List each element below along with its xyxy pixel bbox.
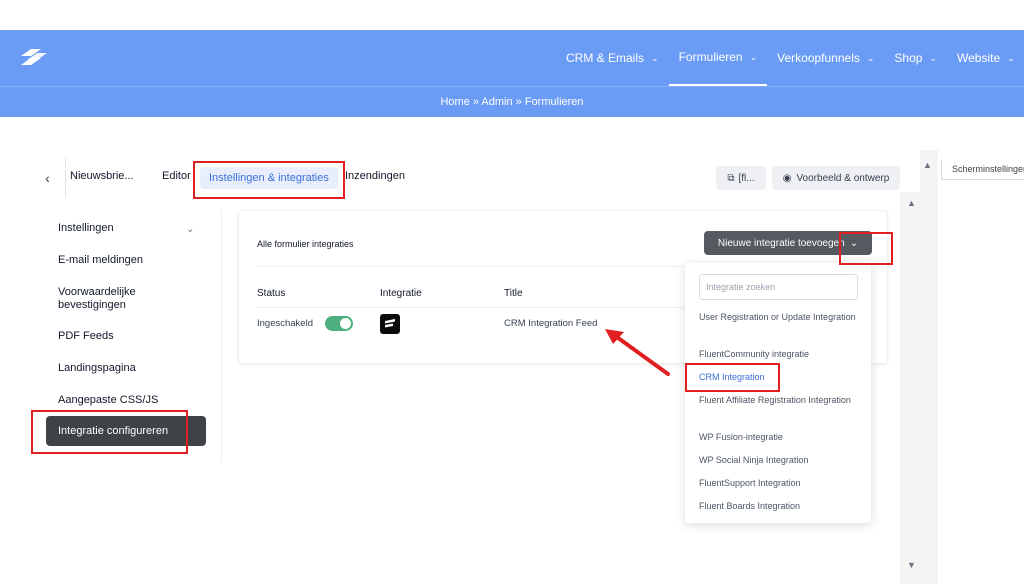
menu-item-website[interactable]: Website ⌄: [947, 30, 1024, 86]
dropdown-item-fluentcommunity[interactable]: FluentCommunity integratie: [699, 348, 859, 361]
top-navigation-bar: CRM & Emails ⌄ Formulieren ⌄ Verkoopfunnel…: [0, 30, 1024, 86]
row-status-text: Ingeschakeld: [257, 318, 313, 329]
sidebar-item-pdf-feeds[interactable]: PDF Feeds: [58, 330, 114, 343]
sidebar-item-instellingen[interactable]: Instellingen: [58, 222, 114, 235]
annotation-box-settings-tab: [193, 161, 345, 199]
column-header-status: Status: [257, 288, 286, 299]
row-title[interactable]: CRM Integration Feed: [504, 318, 597, 329]
chevron-left-icon: ‹: [45, 170, 50, 186]
back-button[interactable]: ‹: [30, 158, 66, 198]
menu-item-crm-emails[interactable]: CRM & Emails ⌄: [556, 30, 669, 86]
sidebar-item-conditional-confirmations[interactable]: Voorwaardelijke bevestigingen: [58, 286, 178, 312]
chevron-down-icon: ⌄: [749, 51, 758, 62]
sidebar-item-landing-page[interactable]: Landingspagina: [58, 362, 136, 375]
sidebar-item-email-notifications[interactable]: E-mail meldingen: [58, 254, 143, 267]
tab-editor[interactable]: Editor: [162, 170, 191, 182]
breadcrumb: Home » Admin » Formulieren: [0, 86, 1024, 117]
main-menu: CRM & Emails ⌄ Formulieren ⌄ Verkoopfunnel…: [556, 30, 1024, 86]
screen-options-button[interactable]: Scherminstellingen: [941, 160, 1024, 180]
tab-entries[interactable]: Inzendingen: [345, 170, 405, 182]
inner-scrollbar[interactable]: [900, 192, 924, 584]
chevron-down-icon[interactable]: ⌄: [186, 224, 194, 235]
scroll-down-icon[interactable]: ▼: [907, 560, 916, 570]
column-header-title: Title: [504, 288, 523, 299]
chevron-down-icon: ⌄: [1007, 52, 1015, 63]
annotation-box-crm-integration: [685, 363, 780, 392]
fluent-logo-icon: [385, 319, 395, 328]
eye-icon: ◉: [782, 172, 792, 184]
annotation-box-add-dropdown: [839, 232, 893, 265]
dropdown-item-wp-social-ninja[interactable]: WP Social Ninja Integration: [699, 454, 859, 467]
dropdown-item-fluentsupport[interactable]: FluentSupport Integration: [699, 477, 859, 490]
chevron-down-icon: ⌄: [929, 52, 937, 63]
menu-item-shop[interactable]: Shop ⌄: [884, 30, 947, 86]
form-name-tab[interactable]: Nieuwsbrie...: [70, 170, 134, 182]
preview-design-button[interactable]: ◉ Voorbeeld & ontwerp: [772, 166, 900, 190]
integrations-title: Alle formulier integraties: [257, 239, 354, 249]
chevron-down-icon: ⌄: [651, 52, 659, 63]
sidebar-item-custom-css-js[interactable]: Aangepaste CSS/JS: [58, 394, 158, 407]
menu-item-formulieren[interactable]: Formulieren ⌄: [668, 30, 768, 86]
menu-item-verkoopfunnels[interactable]: Verkoopfunnels ⌄: [767, 30, 884, 86]
scroll-up-icon[interactable]: ▲: [907, 198, 916, 208]
status-toggle[interactable]: [325, 316, 353, 331]
form-tabs-bar: ‹ Nieuwsbrie... Editor Instellingen & in…: [30, 158, 906, 198]
chevron-down-icon: ⌄: [866, 52, 875, 63]
column-header-integration: Integratie: [380, 288, 422, 299]
dropdown-item-user-registration[interactable]: User Registration or Update Integration: [699, 311, 859, 324]
integration-logo-icon: [380, 314, 400, 334]
copy-icon: ⧉: [727, 172, 735, 184]
dropdown-item-fluent-boards[interactable]: Fluent Boards Integration: [699, 500, 859, 513]
annotation-box-configure-integration: [31, 410, 188, 454]
annotation-arrow-icon: [605, 329, 670, 376]
integration-dropdown: User Registration or Update Integration …: [685, 263, 871, 523]
dropdown-item-wp-fusion[interactable]: WP Fusion-integratie: [699, 431, 859, 444]
integration-search-input[interactable]: [699, 274, 858, 300]
dropdown-item-fluent-affiliate[interactable]: Fluent Affiliate Registration Integratio…: [699, 394, 859, 407]
copy-shortcode-button[interactable]: ⧉ [fl...: [716, 166, 766, 190]
scroll-up-icon[interactable]: ▲: [923, 160, 932, 170]
app-logo-icon[interactable]: [17, 47, 51, 69]
